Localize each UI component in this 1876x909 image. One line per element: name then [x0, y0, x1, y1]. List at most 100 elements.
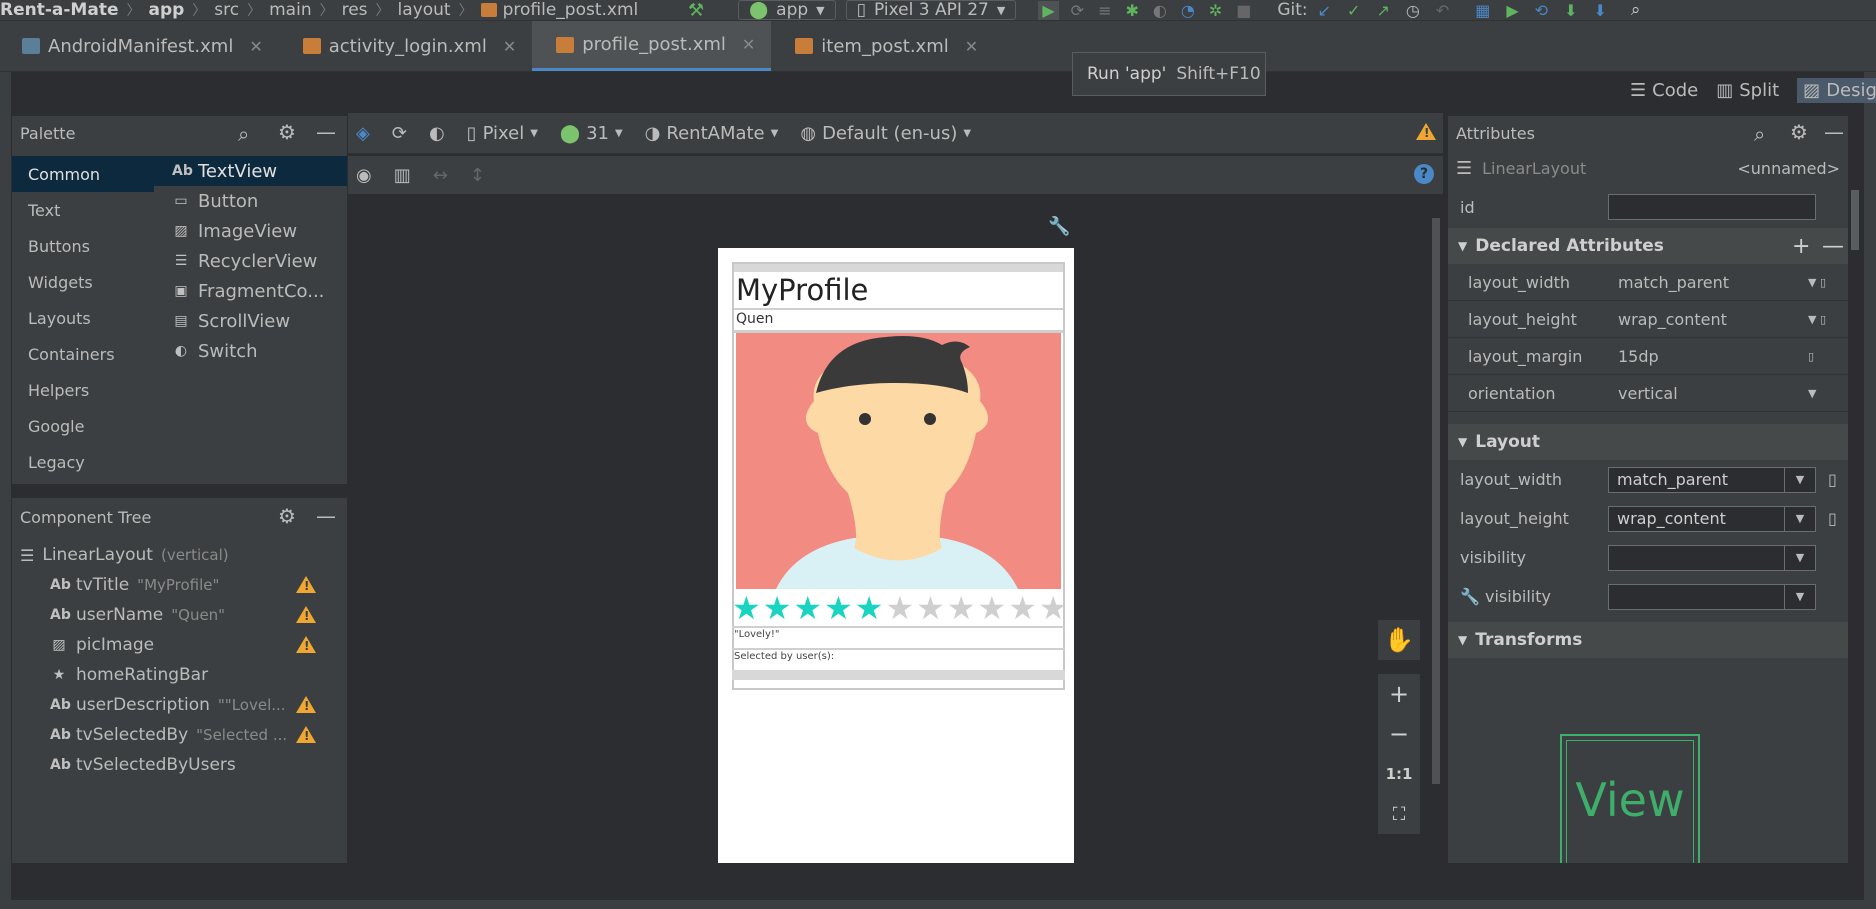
- tab-item-post[interactable]: item_post.xml ✕: [771, 21, 994, 71]
- avatar-image[interactable]: [736, 333, 1061, 589]
- breadcrumb-project[interactable]: Rent-a-Mate: [0, 0, 118, 20]
- tree-node[interactable]: ★ homeRatingBar: [20, 660, 347, 690]
- rating-star-empty[interactable]: ★: [978, 592, 1007, 624]
- tree-root[interactable]: ☰ LinearLayout (vertical): [20, 540, 347, 570]
- palette-category[interactable]: Layouts: [12, 300, 154, 336]
- declared-attribute-row[interactable]: layout_height wrap_content ▼ ▯: [1448, 301, 1848, 338]
- close-icon[interactable]: ✕: [503, 37, 516, 56]
- orientation-icon[interactable]: ⟳: [392, 123, 407, 144]
- attribute-value[interactable]: match_parent: [1608, 273, 1808, 292]
- tab-android-manifest[interactable]: AndroidManifest.xml ✕: [0, 21, 279, 71]
- attribute-value[interactable]: 15dp: [1608, 347, 1808, 366]
- device-selector[interactable]: ▯ Pixel ▼: [467, 123, 538, 144]
- chevron-down-icon[interactable]: ▼: [1808, 387, 1848, 400]
- zoom-fit-icon[interactable]: ⛶: [1378, 794, 1420, 834]
- night-mode-icon[interactable]: ◐: [429, 123, 445, 144]
- palette-category[interactable]: Common: [12, 156, 154, 192]
- resource-picker-icon[interactable]: ▯: [1828, 470, 1837, 489]
- design-view-button[interactable]: ▨Design: [1797, 77, 1876, 103]
- zoom-actual-size-button[interactable]: 1:1: [1378, 754, 1420, 794]
- declared-attribute-row[interactable]: orientation vertical ▼: [1448, 375, 1848, 412]
- rating-star-empty[interactable]: ★: [1008, 592, 1037, 624]
- breadcrumb-main[interactable]: main: [269, 0, 311, 20]
- rerun-icon[interactable]: ⟳: [1071, 1, 1084, 20]
- layers-icon[interactable]: ◈: [356, 123, 370, 144]
- tab-profile-post[interactable]: profile_post.xml ✕: [532, 21, 772, 71]
- warning-icon[interactable]: [296, 636, 316, 653]
- warning-icon[interactable]: [296, 726, 316, 743]
- palette-category[interactable]: Helpers: [12, 372, 154, 408]
- palette-item[interactable]: Ab TextView: [154, 156, 347, 186]
- search-icon[interactable]: ⌕: [1631, 0, 1641, 20]
- rating-bar[interactable]: ★ ★ ★ ★ ★ ★ ★ ★ ★ ★ ★: [732, 592, 1068, 624]
- remove-icon[interactable]: —: [1822, 234, 1844, 259]
- close-icon[interactable]: ✕: [742, 35, 755, 54]
- debug-bug-icon[interactable]: ✱: [1125, 1, 1138, 20]
- rating-star-filled[interactable]: ★: [855, 592, 884, 624]
- tree-node[interactable]: Ab userDescription ""Lovel...: [20, 690, 347, 720]
- project-structure-icon[interactable]: ▦: [1475, 1, 1490, 20]
- vertical-resize-icon[interactable]: ↕: [470, 165, 485, 186]
- canvas-scrollbar[interactable]: [1432, 218, 1440, 784]
- git-update-icon[interactable]: ↙: [1318, 1, 1331, 20]
- build-hammer-icon[interactable]: ⚒: [688, 0, 704, 21]
- warning-icon[interactable]: [296, 606, 316, 623]
- attach-debugger-icon[interactable]: ✲: [1209, 1, 1222, 20]
- warning-icon[interactable]: [296, 696, 316, 713]
- close-icon[interactable]: ✕: [249, 37, 262, 56]
- breadcrumb-src[interactable]: src: [214, 0, 239, 20]
- palette-item[interactable]: ☰ RecyclerView: [154, 246, 347, 276]
- palette-item[interactable]: ▣ FragmentCo...: [154, 276, 347, 306]
- preview-selected-by[interactable]: Selected by user(s):: [732, 648, 1065, 664]
- gear-icon[interactable]: ⚙: [1790, 120, 1808, 144]
- declared-attributes-header[interactable]: ▼ Declared Attributes + —: [1448, 228, 1848, 264]
- help-icon[interactable]: ?: [1414, 164, 1434, 184]
- palette-category[interactable]: Google: [12, 408, 154, 444]
- close-icon[interactable]: ✕: [965, 37, 978, 56]
- search-icon[interactable]: ⌕: [238, 122, 249, 146]
- resource-picker-icon[interactable]: ▯: [1828, 509, 1837, 528]
- rating-star-filled[interactable]: ★: [763, 592, 792, 624]
- minimize-icon[interactable]: —: [316, 504, 336, 528]
- sdk-manager-icon[interactable]: ⬇: [1564, 1, 1577, 20]
- palette-category[interactable]: Text: [12, 192, 154, 228]
- breadcrumb-layout[interactable]: layout: [398, 0, 451, 20]
- zoom-out-icon[interactable]: −: [1378, 714, 1420, 754]
- guidelines-icon[interactable]: ▥: [394, 165, 411, 186]
- tree-node[interactable]: Ab tvSelectedBy "Selected ...: [20, 720, 347, 750]
- tree-node[interactable]: Ab userName "Quen": [20, 600, 347, 630]
- rating-star-filled[interactable]: ★: [793, 592, 822, 624]
- attributes-scrollbar[interactable]: [1851, 190, 1859, 250]
- stop-icon[interactable]: ■: [1236, 1, 1251, 20]
- chevron-down-icon[interactable]: ▼ ▯: [1808, 313, 1848, 326]
- profile-icon[interactable]: ◐: [1153, 1, 1167, 20]
- preview-title[interactable]: MyProfile: [734, 272, 1063, 310]
- palette-category[interactable]: Widgets: [12, 264, 154, 300]
- palette-category[interactable]: Buttons: [12, 228, 154, 264]
- palette-category[interactable]: Containers: [12, 336, 154, 372]
- breadcrumb-res[interactable]: res: [342, 0, 368, 20]
- declared-attribute-row[interactable]: layout_margin 15dp ▯: [1448, 338, 1848, 375]
- pan-hand-icon[interactable]: ✋: [1378, 620, 1420, 660]
- avd-manager-icon[interactable]: ▶: [1506, 1, 1518, 20]
- id-field[interactable]: [1608, 194, 1816, 220]
- theme-selector[interactable]: ◑ RentAMate ▼: [645, 123, 779, 144]
- warning-icon[interactable]: [1416, 123, 1436, 140]
- tree-node[interactable]: Ab tvTitle "MyProfile": [20, 570, 347, 600]
- run-config-dropdown[interactable]: ⬤ app ▼: [738, 0, 836, 20]
- transform-view-preview[interactable]: View: [1560, 734, 1700, 863]
- warning-icon[interactable]: [296, 576, 316, 593]
- rating-star-empty[interactable]: ★: [947, 592, 976, 624]
- tab-activity-login[interactable]: activity_login.xml ✕: [279, 21, 533, 71]
- chevron-down-icon[interactable]: ▼ ▯: [1808, 276, 1848, 289]
- rating-star-empty[interactable]: ★: [916, 592, 945, 624]
- minimize-icon[interactable]: —: [316, 120, 336, 144]
- split-view-button[interactable]: ▥ Split: [1716, 80, 1779, 101]
- minimize-icon[interactable]: —: [1824, 120, 1844, 144]
- git-push-icon[interactable]: ↗: [1376, 1, 1389, 20]
- locale-selector[interactable]: ◍ Default (en-us) ▼: [800, 123, 971, 144]
- gear-icon[interactable]: ⚙: [278, 120, 296, 144]
- declared-attribute-row[interactable]: layout_width match_parent ▼ ▯: [1448, 264, 1848, 301]
- rating-star-empty[interactable]: ★: [885, 592, 914, 624]
- apply-changes-icon[interactable]: ≡: [1098, 1, 1111, 20]
